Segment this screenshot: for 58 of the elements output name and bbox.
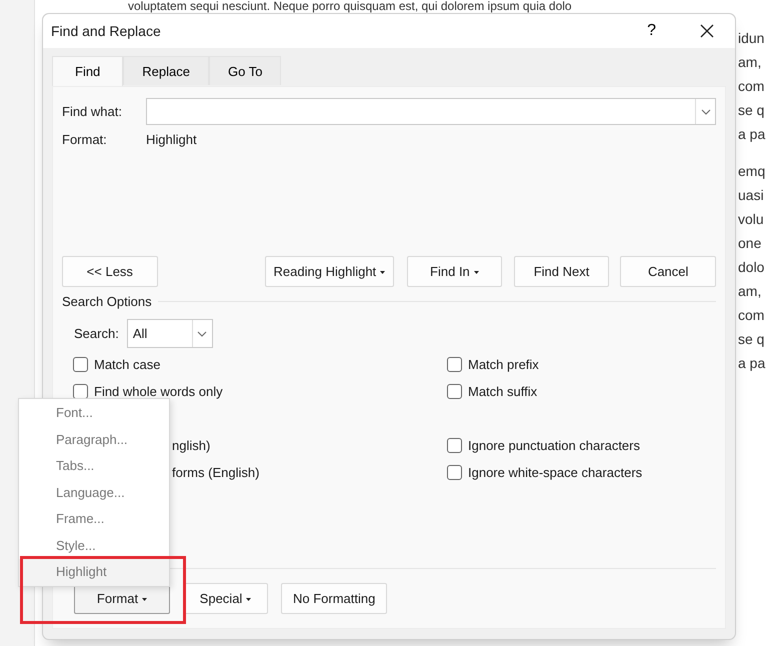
document-text: dolo — [738, 258, 764, 277]
checkbox-label: forms (English) — [172, 465, 260, 480]
document-text: se q — [738, 101, 764, 120]
tab[interactable]: Replace — [123, 56, 209, 85]
dialog-button[interactable]: Find Next — [514, 256, 610, 287]
document-text: am, — [738, 53, 762, 72]
menu-item[interactable]: Font... — [19, 400, 169, 426]
search-label: Search: — [74, 326, 119, 341]
dialog-button[interactable]: No Formatting — [281, 583, 388, 614]
checkbox-label: Ignore punctuation characters — [468, 438, 640, 453]
menu-item[interactable]: Highlight — [19, 559, 169, 586]
dialog-button[interactable]: Find In — [407, 256, 502, 287]
dialog-button[interactable]: << Less — [62, 256, 158, 287]
checkbox[interactable] — [447, 465, 462, 480]
help-button[interactable]: ? — [647, 22, 656, 40]
menu-item[interactable]: Paragraph... — [19, 426, 169, 453]
document-text: uasi — [738, 186, 764, 205]
dialog-button[interactable]: Cancel — [620, 256, 716, 287]
format-label: Format: — [62, 132, 108, 147]
checkbox[interactable] — [447, 384, 462, 399]
search-dropdown[interactable]: All — [126, 319, 213, 348]
document-text: a pa — [738, 125, 766, 144]
menu-item[interactable]: Style... — [19, 532, 169, 559]
checkbox-label: nglish) — [172, 438, 210, 453]
search-options-heading: Search Options — [62, 294, 152, 309]
dialog-button[interactable]: Reading Highlight — [264, 256, 394, 287]
document-text: emq — [738, 162, 766, 181]
chevron-down-icon — [700, 108, 710, 114]
document-text: am, — [738, 282, 762, 301]
checkbox-label: Find whole words only — [94, 384, 223, 399]
window-title: Find and Replace — [51, 23, 162, 39]
document-text: a pa — [738, 354, 766, 373]
document-text: voluptatem sequi nesciunt. Neque porro quisquam est, qui dolorem ipsum quia dolo — [128, 0, 572, 12]
checkbox-label: Match case — [94, 357, 160, 372]
document-text: volu — [738, 210, 764, 229]
checkbox[interactable] — [447, 357, 462, 372]
find-what-field[interactable] — [146, 98, 716, 125]
find-what-label: Find what: — [62, 104, 123, 119]
checkbox[interactable] — [73, 357, 88, 372]
checkbox[interactable] — [447, 438, 462, 453]
tab[interactable]: Go To — [209, 56, 282, 85]
format-value: Highlight — [146, 132, 197, 147]
checkbox-label: Match suffix — [468, 384, 538, 399]
document-text: com — [738, 306, 764, 325]
checkbox[interactable] — [73, 384, 88, 399]
document-text: se q — [738, 330, 764, 349]
checkbox-label: Ignore white-space characters — [468, 465, 642, 480]
document-text: idun — [738, 29, 764, 48]
chevron-down-icon — [197, 330, 208, 336]
menu-item[interactable]: Language... — [19, 480, 169, 506]
document-text: com — [738, 77, 764, 96]
tab[interactable]: Find — [52, 56, 124, 86]
menu-item[interactable]: Frame... — [19, 506, 169, 532]
dialog-button[interactable]: Special — [183, 583, 268, 614]
checkbox-label: Match prefix — [468, 357, 539, 372]
document-text: one — [738, 234, 762, 253]
close-icon[interactable] — [700, 24, 714, 38]
menu-item[interactable]: Tabs... — [19, 453, 169, 480]
